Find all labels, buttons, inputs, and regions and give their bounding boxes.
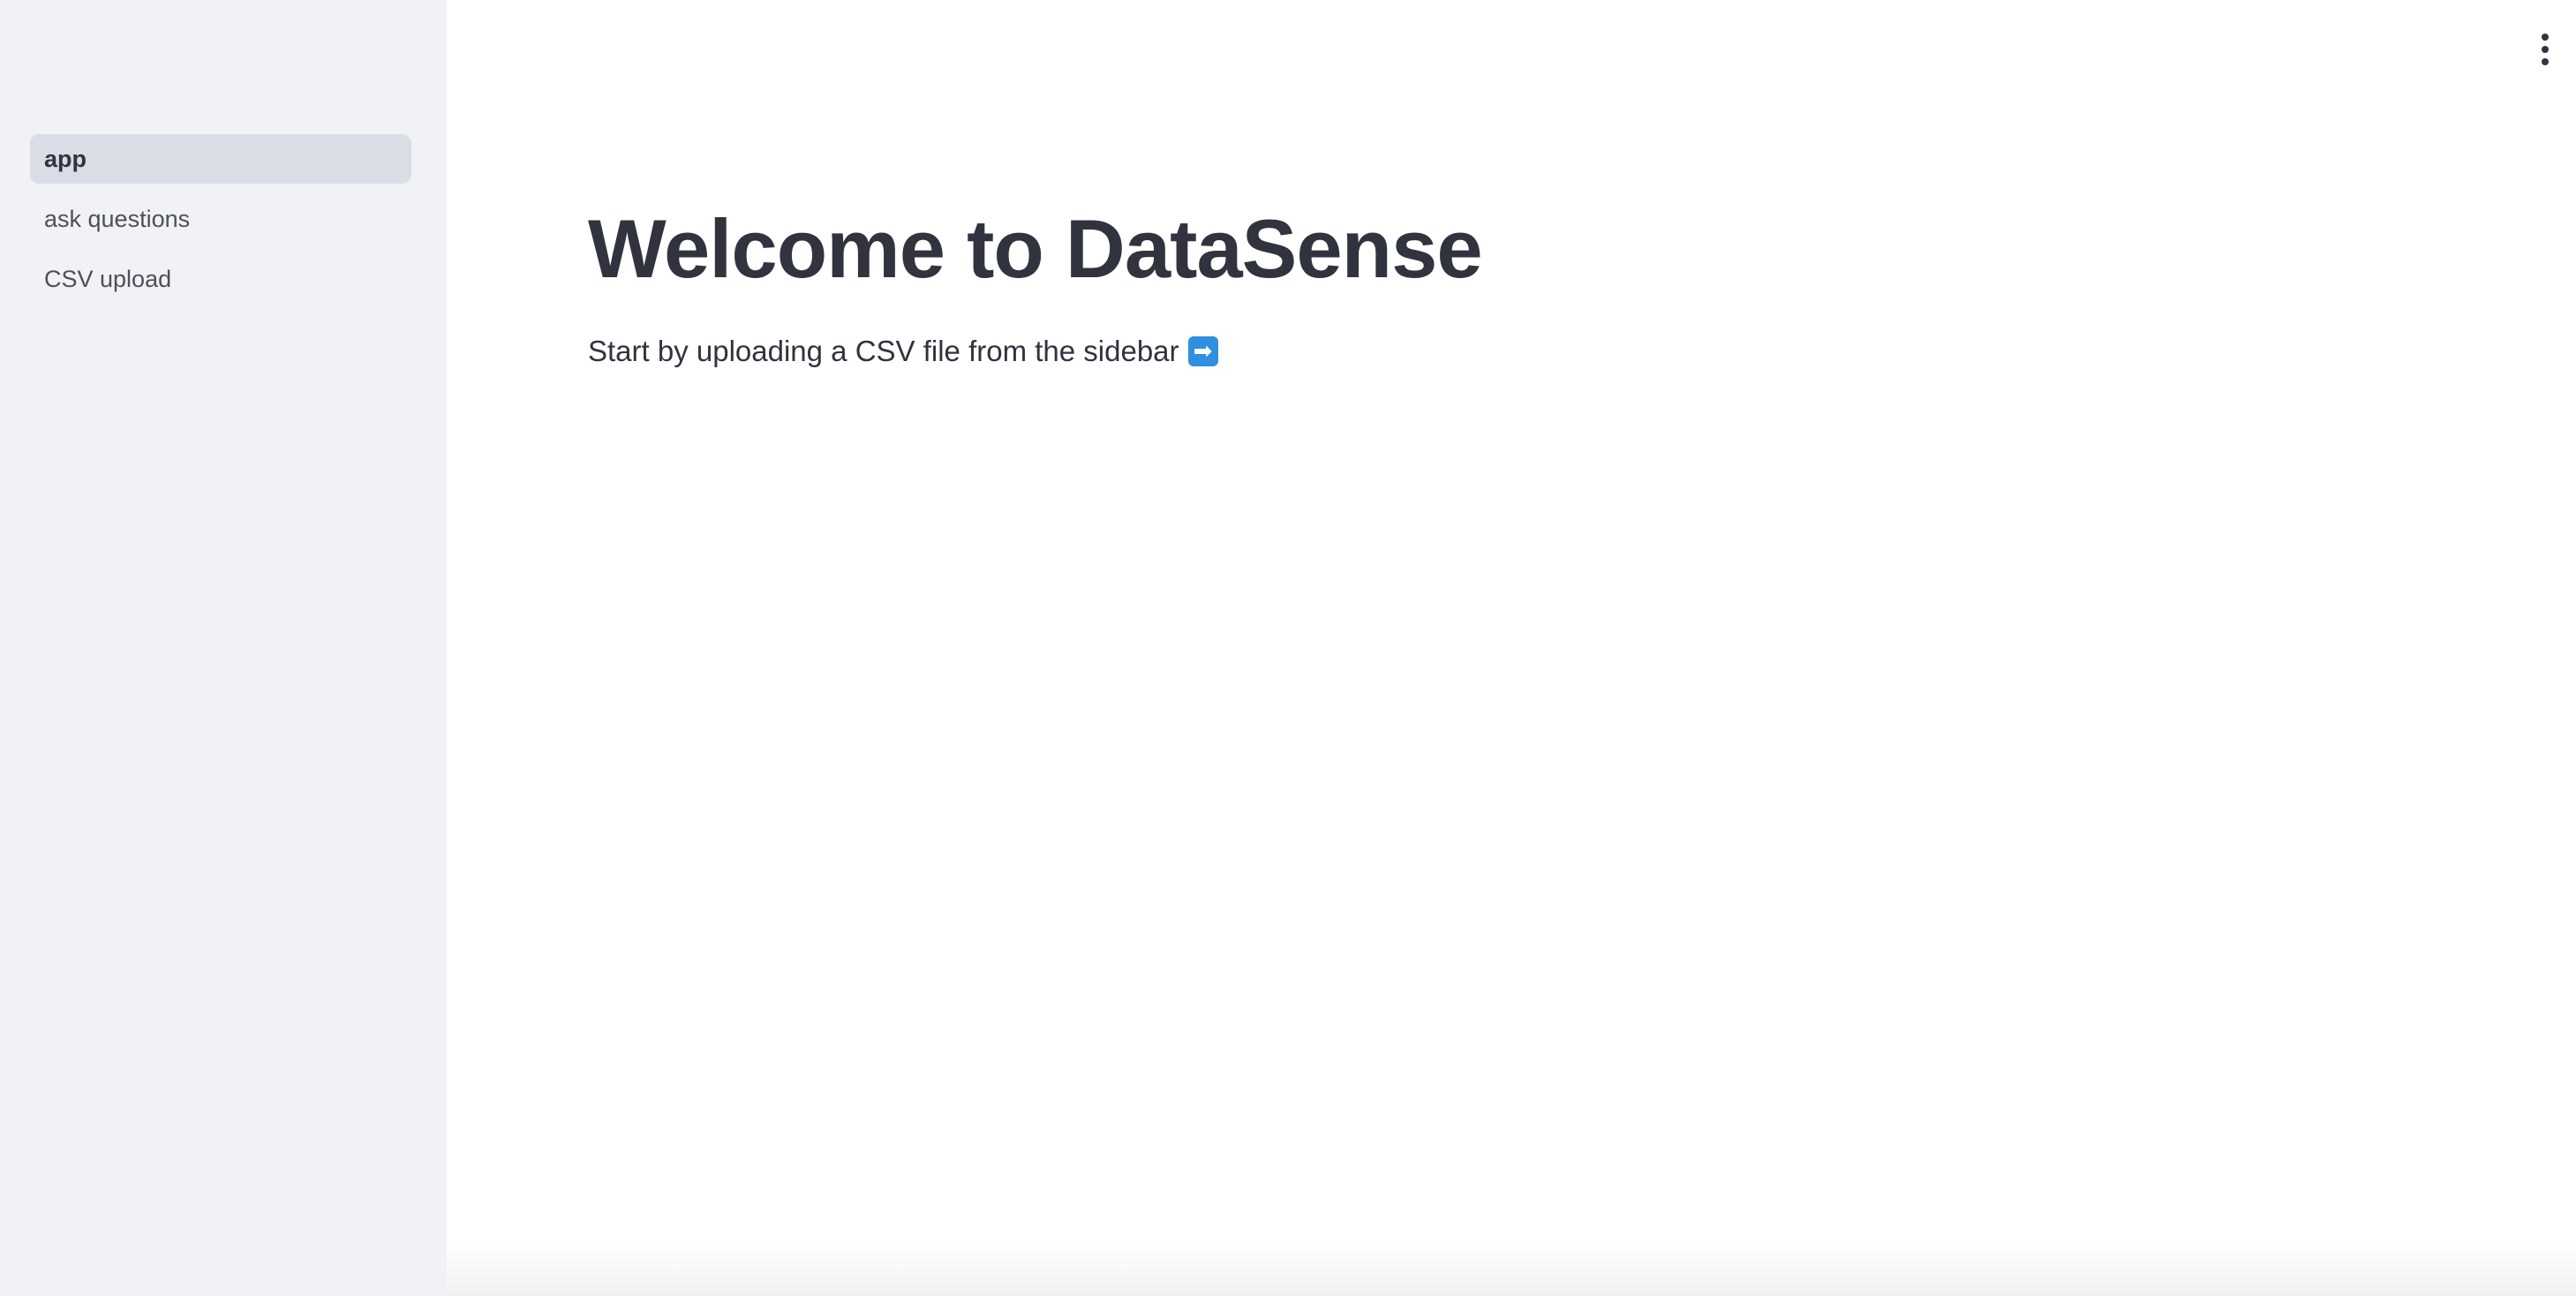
sidebar-item-app[interactable]: app bbox=[30, 134, 411, 184]
subtitle-text: Start by uploading a CSV file from the s… bbox=[588, 335, 1179, 367]
page-subtitle: Start by uploading a CSV file from the s… bbox=[588, 332, 2442, 371]
kebab-menu-icon[interactable] bbox=[2532, 32, 2558, 67]
sidebar-item-label: ask questions bbox=[44, 205, 191, 232]
menu-dot bbox=[2542, 58, 2549, 65]
menu-dot bbox=[2542, 34, 2549, 41]
sidebar-item-csv-upload[interactable]: CSV upload bbox=[30, 254, 411, 304]
sidebar: app ask questions CSV upload bbox=[0, 0, 447, 1296]
bottom-fade bbox=[447, 1243, 2576, 1296]
main-content: Welcome to DataSense Start by uploading … bbox=[447, 0, 2576, 1296]
app-window: app ask questions CSV upload Welcome to … bbox=[0, 0, 2576, 1296]
sidebar-item-label: CSV upload bbox=[44, 265, 172, 292]
right-arrow-icon: ➡ bbox=[1187, 336, 1218, 366]
content-block: Welcome to DataSense Start by uploading … bbox=[588, 196, 2442, 371]
page-title: Welcome to DataSense bbox=[588, 202, 1483, 295]
sidebar-nav: app ask questions CSV upload bbox=[30, 134, 411, 314]
sidebar-item-ask-questions[interactable]: ask questions bbox=[30, 194, 411, 244]
menu-dot bbox=[2542, 46, 2549, 53]
sidebar-item-label: app bbox=[44, 145, 87, 172]
